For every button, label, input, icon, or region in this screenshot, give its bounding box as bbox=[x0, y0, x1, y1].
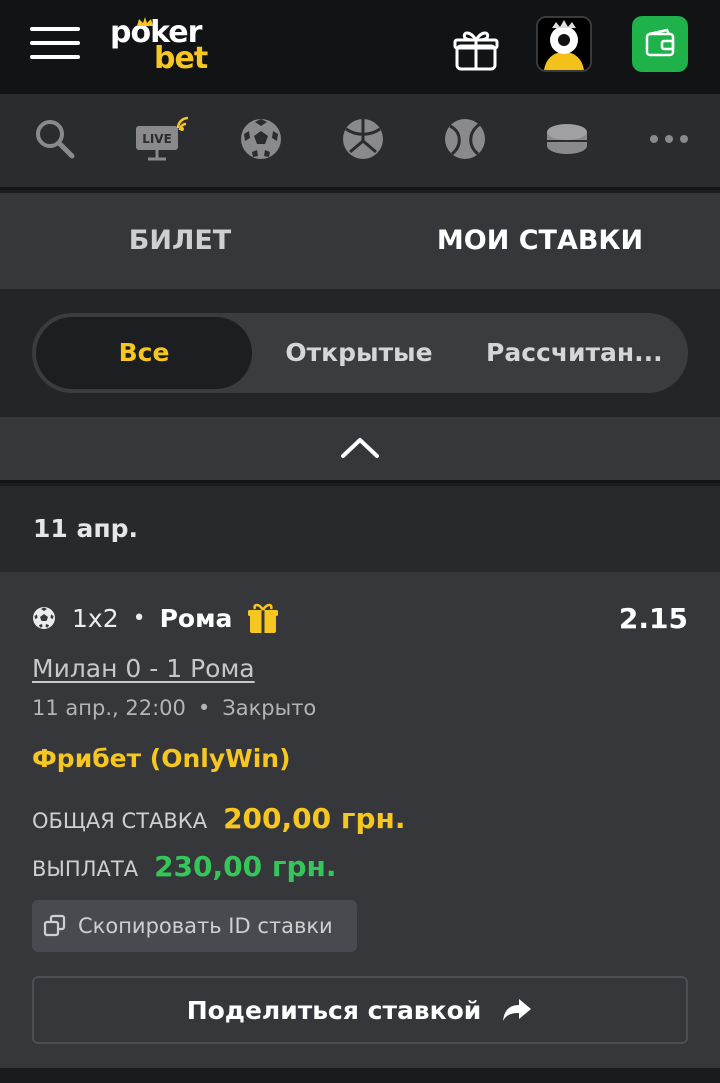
date-group-header: 11 апр. bbox=[0, 486, 720, 572]
total-stake-row: ОБЩАЯ СТАВКА 200,00 грн. bbox=[32, 802, 406, 835]
bet-selection-line: 1x2 • Рома bbox=[32, 600, 280, 636]
basketball-icon[interactable] bbox=[338, 114, 388, 164]
filter-all[interactable]: Все bbox=[36, 313, 252, 393]
hockey-puck-icon[interactable] bbox=[542, 114, 592, 164]
betslip-tabs: БИЛЕТ МОИ СТАВКИ bbox=[0, 193, 720, 289]
bet-selection: Рома bbox=[159, 603, 233, 633]
collapse-toggle[interactable] bbox=[0, 417, 720, 483]
filter-open[interactable]: Открытые bbox=[264, 313, 454, 393]
date-group-label: 11 апр. bbox=[33, 514, 139, 543]
bet-market: 1x2 bbox=[72, 603, 119, 633]
sport-navigation-bar: LIVE bbox=[0, 94, 720, 190]
more-icon[interactable] bbox=[644, 114, 694, 164]
pokerbet-logo[interactable]: poker bet bbox=[110, 16, 222, 76]
bet-odds: 2.15 bbox=[618, 602, 688, 635]
gift-icon[interactable] bbox=[452, 26, 500, 72]
freebet-label: Фрибет (OnlyWin) bbox=[32, 744, 291, 773]
live-tv-icon[interactable]: LIVE bbox=[134, 114, 198, 164]
tab-ticket[interactable]: БИЛЕТ bbox=[0, 193, 360, 289]
bet-status: Закрыто bbox=[222, 696, 317, 720]
crown-icon bbox=[137, 17, 153, 26]
separator-dot: • bbox=[132, 605, 146, 631]
tab-my-bets[interactable]: МОИ СТАВКИ bbox=[360, 193, 720, 289]
copy-icon bbox=[43, 914, 66, 937]
bet-card: 1x2 • Рома 2.15 Милан 0 - 1 Рома 11 апр.… bbox=[0, 572, 720, 1068]
payout-label: ВЫПЛАТА bbox=[32, 857, 139, 881]
chevron-up-icon bbox=[341, 438, 379, 458]
hamburger-menu-icon[interactable] bbox=[30, 27, 82, 61]
logo-text-bet: bet bbox=[154, 41, 208, 76]
filter-settled[interactable]: Рассчитан... bbox=[486, 313, 686, 393]
bet-filter-segmented-control: Все Открытые Рассчитан... bbox=[32, 313, 688, 393]
wallet-button[interactable] bbox=[632, 16, 688, 72]
bottom-divider bbox=[0, 1068, 720, 1083]
payout-row: ВЫПЛАТА 230,00 грн. bbox=[32, 850, 337, 883]
freebet-gift-icon bbox=[248, 603, 279, 633]
wallet-icon bbox=[645, 28, 675, 57]
separator-dot: • bbox=[197, 696, 211, 720]
share-bet-label: Поделиться ставкой bbox=[186, 995, 482, 1025]
top-header: poker bet bbox=[0, 0, 720, 94]
payout-value: 230,00 грн. bbox=[154, 850, 337, 883]
search-icon[interactable] bbox=[30, 114, 80, 164]
copy-bet-id-label: Скопировать ID ставки bbox=[78, 914, 333, 938]
user-avatar[interactable] bbox=[536, 16, 592, 72]
soccer-ball-icon[interactable] bbox=[236, 114, 286, 164]
tennis-ball-icon[interactable] bbox=[440, 114, 490, 164]
bet-filter-area: Все Открытые Рассчитан... bbox=[0, 289, 720, 417]
total-stake-label: ОБЩАЯ СТАВКА bbox=[32, 809, 208, 833]
match-datetime: 11 апр., 22:00 bbox=[32, 696, 186, 720]
bet-meta: 11 апр., 22:00 • Закрыто bbox=[32, 696, 316, 720]
live-label: LIVE bbox=[142, 132, 172, 146]
match-link[interactable]: Милан 0 - 1 Рома bbox=[32, 654, 255, 683]
copy-bet-id-button[interactable]: Скопировать ID ставки bbox=[32, 900, 357, 952]
share-bet-button[interactable]: Поделиться ставкой bbox=[32, 976, 688, 1044]
soccer-ball-icon bbox=[33, 607, 55, 629]
share-arrow-icon bbox=[503, 999, 532, 1021]
total-stake-value: 200,00 грн. bbox=[223, 802, 406, 835]
avatar-character-icon bbox=[538, 18, 590, 70]
